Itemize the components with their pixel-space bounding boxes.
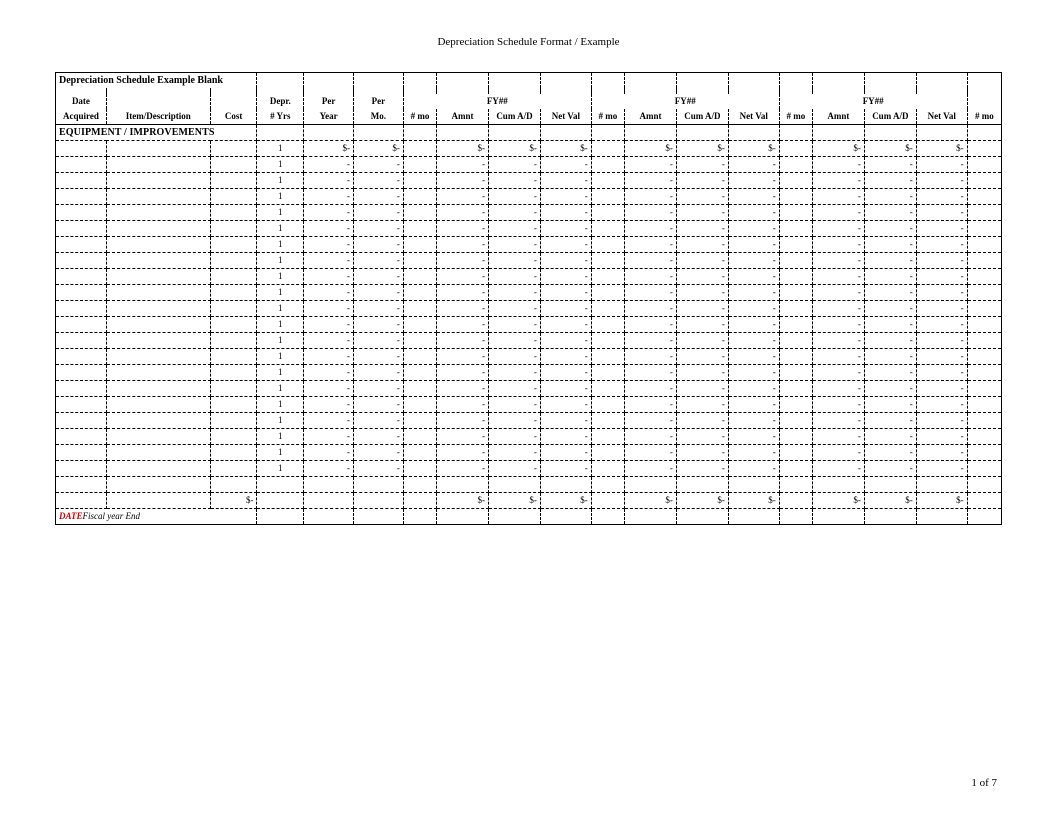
section-label: EQUIPMENT / IMPROVEMENTS [56,125,257,141]
table-row: 1----------- [56,237,1002,253]
table-title: Depreciation Schedule Example Blank [56,73,257,89]
total-net-2: $- [728,493,779,509]
hdr-fy2: FY## [591,94,779,109]
table-title-row: Depreciation Schedule Example Blank [56,73,1002,89]
total-net-3: $- [916,493,967,509]
hdr-per-mo: Per [354,94,404,109]
total-amnt-2: $- [625,493,677,509]
table-row: 1----------- [56,317,1002,333]
table-row: 1----------- [56,301,1002,317]
table-row: 1----------- [56,205,1002,221]
table-row: 1----------- [56,349,1002,365]
hdr-amnt-3: Amnt [812,109,864,125]
table-row: 1----------- [56,157,1002,173]
total-cum-2: $- [676,493,728,509]
hdr-net-3: Net Val [916,109,967,125]
page-title: Depreciation Schedule Format / Example [55,36,1002,48]
table-row: 1----------- [56,269,1002,285]
header-row-1: Date Depr. Per Per FY## FY## FY## [56,94,1002,109]
table-row: 1----------- [56,413,1002,429]
header-row-2: Acquired Item/Description Cost # Yrs Yea… [56,109,1002,125]
hdr-cum-1: Cum A/D [488,109,540,125]
hdr-cost: Cost [210,109,257,125]
table-row: 1----------- [56,253,1002,269]
hdr-nmo-3: # mo [779,109,812,125]
hdr-net-1: Net Val [540,109,591,125]
hdr-net-2: Net Val [728,109,779,125]
hdr-nmo-2: # mo [591,109,624,125]
depreciation-table: Depreciation Schedule Example Blank Date… [55,72,1002,525]
hdr-amnt-1: Amnt [437,109,489,125]
footer-fy-end: Fiscal year End [83,511,141,521]
table-row: 1----------- [56,285,1002,301]
section-row: EQUIPMENT / IMPROVEMENTS [56,125,1002,141]
table-row: 1----------- [56,189,1002,205]
table-row: 1----------- [56,461,1002,477]
table-row: 1----------- [56,381,1002,397]
hdr-nmo-4: # mo [967,109,1001,125]
page-number: 1 of 7 [971,777,997,789]
table-row: 1----------- [56,221,1002,237]
hdr-yrs: # Yrs [257,109,304,125]
hdr-nmo-1: # mo [403,109,436,125]
table-row: 1----------- [56,333,1002,349]
table-row: 1----------- [56,365,1002,381]
hdr-fy1: FY## [403,94,591,109]
table-row: 1----------- [56,429,1002,445]
total-cum-1: $- [488,493,540,509]
hdr-cum-2: Cum A/D [676,109,728,125]
total-net-1: $- [540,493,591,509]
hdr-fy3: FY## [779,94,967,109]
table-row: 1----------- [56,397,1002,413]
hdr-acquired: Acquired [56,109,107,125]
hdr-mo: Mo. [354,109,404,125]
hdr-year: Year [304,109,354,125]
hdr-amnt-2: Amnt [625,109,677,125]
total-cum-3: $- [864,493,916,509]
total-cost: $- [210,493,257,509]
hdr-date: Date [56,94,107,109]
hdr-per-year: Per [304,94,354,109]
table-row: 1----------- [56,173,1002,189]
footer-date-label: DATE [59,511,83,521]
total-amnt-1: $- [437,493,489,509]
total-amnt-3: $- [812,493,864,509]
hdr-cum-3: Cum A/D [864,109,916,125]
table-row: 1$-$-$-$-$-$-$-$-$-$-$- [56,141,1002,157]
footer-row: DATEFiscal year End [56,509,1002,525]
hdr-item: Item/Description [106,109,210,125]
totals-row: $- $- $- $- $- $- $- $- $- $- [56,493,1002,509]
table-row: 1----------- [56,445,1002,461]
hdr-depr: Depr. [257,94,304,109]
